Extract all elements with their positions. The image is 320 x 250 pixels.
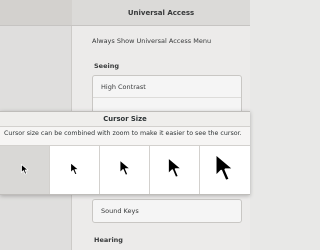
cursor-icon	[167, 156, 183, 179]
cursor-size-options	[0, 145, 250, 194]
cursor-size-option-5[interactable]	[200, 146, 250, 194]
dialog-description: Cursor size can be combined with zoom to…	[4, 130, 242, 137]
cursor-size-option-4[interactable]	[150, 146, 200, 194]
cursor-size-dialog: Cursor Size Cursor size can be combined …	[0, 111, 250, 195]
cursor-size-option-2[interactable]	[50, 146, 100, 194]
cursor-icon	[70, 162, 80, 176]
cursor-size-option-3[interactable]	[100, 146, 150, 194]
cursor-size-option-1[interactable]	[0, 146, 50, 194]
dialog-title: Cursor Size	[0, 112, 250, 127]
cursor-icon	[21, 164, 29, 175]
cursor-icon	[119, 159, 131, 176]
cursor-icon	[214, 152, 236, 183]
